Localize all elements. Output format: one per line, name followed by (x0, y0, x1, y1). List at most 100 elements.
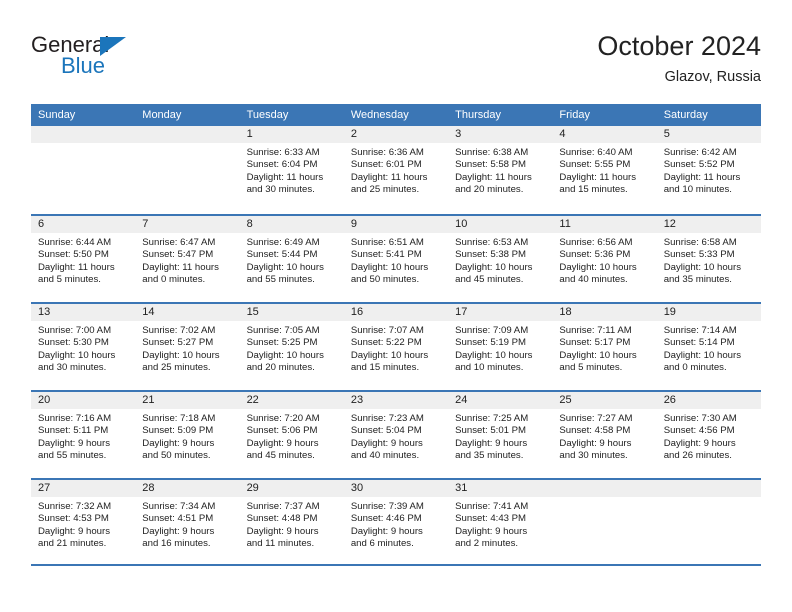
sunrise-text: Sunrise: 7:02 AM (142, 325, 216, 336)
day-cell[interactable]: 29 Sunrise: 7:37 AM Sunset: 4:48 PM Dayl… (239, 480, 344, 564)
daylight-text-line2: and 6 minutes. (350, 538, 414, 550)
daylight-text-line1: Daylight: 9 hours (663, 437, 736, 449)
day-cell[interactable]: 16 Sunrise: 7:07 AM Sunset: 5:22 PM Dayl… (343, 304, 449, 390)
sunrise-text: Sunrise: 7:18 AM (142, 413, 216, 424)
day-cell[interactable]: 11 Sunrise: 6:56 AM Sunset: 5:36 PM Dayl… (552, 216, 657, 302)
day-cell[interactable]: 22 Sunrise: 7:20 AM Sunset: 5:06 PM Dayl… (239, 392, 344, 478)
sunset-text: Sunset: 5:19 PM (455, 337, 527, 349)
day-info: Sunrise: 6:58 AM Sunset: 5:33 PM Dayligh… (657, 233, 761, 287)
daylight-text-line1: Daylight: 11 hours (455, 171, 532, 183)
daylight-text-line2: and 2 minutes. (455, 538, 519, 550)
day-cell[interactable]: 7 Sunrise: 6:47 AM Sunset: 5:47 PM Dayli… (135, 216, 240, 302)
day-number: 1 (246, 128, 253, 140)
daylight-text-line1: Daylight: 10 hours (350, 349, 429, 361)
day-info: Sunrise: 6:33 AM Sunset: 6:04 PM Dayligh… (240, 143, 344, 197)
daylight-text-line1: Daylight: 10 hours (455, 349, 533, 361)
daylight-text-line1: Daylight: 10 hours (38, 349, 116, 361)
day-cell[interactable]: 2 Sunrise: 6:36 AM Sunset: 6:01 PM Dayli… (343, 126, 449, 214)
day-info: Sunrise: 6:47 AM Sunset: 5:47 PM Dayligh… (135, 233, 239, 287)
day-cell[interactable]: 15 Sunrise: 7:05 AM Sunset: 5:25 PM Dayl… (239, 304, 344, 390)
sunrise-text: Sunrise: 6:36 AM (350, 147, 424, 158)
daylight-text-line2: and 35 minutes. (663, 274, 732, 286)
sunrise-text: Sunrise: 7:37 AM (246, 501, 320, 512)
week-row: 6 Sunrise: 6:44 AM Sunset: 5:50 PM Dayli… (31, 214, 761, 302)
sunset-text: Sunset: 5:44 PM (246, 249, 318, 261)
sunset-text: Sunset: 4:58 PM (559, 425, 631, 437)
day-info: Sunrise: 6:36 AM Sunset: 6:01 PM Dayligh… (344, 143, 448, 197)
day-cell[interactable]: 31 Sunrise: 7:41 AM Sunset: 4:43 PM Dayl… (448, 480, 553, 564)
daylight-text-line2: and 11 minutes. (246, 538, 315, 550)
day-number-band: 4 (552, 126, 657, 143)
daylight-text-line1: Daylight: 10 hours (559, 261, 637, 273)
day-info: Sunrise: 7:09 AM Sunset: 5:19 PM Dayligh… (448, 321, 552, 375)
day-cell[interactable]: 5 Sunrise: 6:42 AM Sunset: 5:52 PM Dayli… (656, 126, 761, 214)
day-info: Sunrise: 7:00 AM Sunset: 5:30 PM Dayligh… (31, 321, 135, 375)
sunset-text: Sunset: 5:30 PM (38, 337, 109, 349)
daylight-text-line2: and 10 minutes. (663, 184, 732, 196)
day-number: 31 (455, 482, 468, 494)
daylight-text-line2: and 26 minutes. (663, 450, 732, 462)
daylight-text-line1: Daylight: 9 hours (246, 437, 319, 449)
daylight-text-line1: Daylight: 11 hours (663, 171, 741, 183)
sunset-text: Sunset: 5:50 PM (38, 249, 109, 261)
day-number-band: 30 (343, 480, 449, 497)
daylight-text-line1: Daylight: 11 hours (350, 171, 428, 183)
day-cell[interactable]: 6 Sunrise: 6:44 AM Sunset: 5:50 PM Dayli… (31, 216, 136, 302)
day-cell[interactable]: 14 Sunrise: 7:02 AM Sunset: 5:27 PM Dayl… (135, 304, 240, 390)
sunset-text: Sunset: 5:47 PM (142, 249, 214, 261)
day-cell[interactable]: 23 Sunrise: 7:23 AM Sunset: 5:04 PM Dayl… (343, 392, 449, 478)
day-cell[interactable]: 25 Sunrise: 7:27 AM Sunset: 4:58 PM Dayl… (552, 392, 657, 478)
day-number: 19 (663, 306, 676, 318)
week-row: 1 Sunrise: 6:33 AM Sunset: 6:04 PM Dayli… (31, 126, 761, 214)
sunset-text: Sunset: 5:01 PM (455, 425, 527, 437)
day-number: 27 (38, 482, 51, 494)
day-cell[interactable]: 8 Sunrise: 6:49 AM Sunset: 5:44 PM Dayli… (239, 216, 344, 302)
day-number: 17 (455, 306, 468, 318)
day-number-band: 28 (135, 480, 240, 497)
day-cell[interactable]: 10 Sunrise: 6:53 AM Sunset: 5:38 PM Dayl… (448, 216, 553, 302)
day-cell[interactable]: 1 Sunrise: 6:33 AM Sunset: 6:04 PM Dayli… (239, 126, 344, 214)
day-number-band: 7 (135, 216, 240, 233)
day-number: 29 (246, 482, 259, 494)
weekday-header-sunday: Sunday (38, 109, 76, 121)
day-cell[interactable]: 21 Sunrise: 7:18 AM Sunset: 5:09 PM Dayl… (135, 392, 240, 478)
day-info: Sunrise: 6:51 AM Sunset: 5:41 PM Dayligh… (344, 233, 448, 287)
calendar-page: General Blue October 2024 Glazov, Russia… (0, 0, 792, 612)
day-number-band: 9 (343, 216, 449, 233)
day-cell[interactable]: 20 Sunrise: 7:16 AM Sunset: 5:11 PM Dayl… (31, 392, 136, 478)
day-number-band: 11 (552, 216, 657, 233)
day-number: 3 (455, 128, 462, 140)
daylight-text-line1: Daylight: 9 hours (38, 525, 110, 537)
day-number: 13 (38, 306, 51, 318)
day-cell[interactable]: 4 Sunrise: 6:40 AM Sunset: 5:55 PM Dayli… (552, 126, 657, 214)
day-cell[interactable]: 3 Sunrise: 6:38 AM Sunset: 5:58 PM Dayli… (448, 126, 553, 214)
day-info: Sunrise: 6:44 AM Sunset: 5:50 PM Dayligh… (31, 233, 135, 287)
day-info: Sunrise: 7:05 AM Sunset: 5:25 PM Dayligh… (240, 321, 344, 375)
day-cell[interactable]: 9 Sunrise: 6:51 AM Sunset: 5:41 PM Dayli… (343, 216, 449, 302)
day-cell[interactable]: 24 Sunrise: 7:25 AM Sunset: 5:01 PM Dayl… (448, 392, 553, 478)
day-cell[interactable]: 12 Sunrise: 6:58 AM Sunset: 5:33 PM Dayl… (656, 216, 761, 302)
daylight-text-line1: Daylight: 10 hours (663, 349, 742, 361)
day-number-band: 15 (239, 304, 344, 321)
day-cell[interactable]: 19 Sunrise: 7:14 AM Sunset: 5:14 PM Dayl… (656, 304, 761, 390)
general-blue-logo[interactable]: General Blue (31, 33, 151, 83)
daylight-text-line2: and 25 minutes. (142, 362, 211, 374)
day-number-band: 10 (448, 216, 553, 233)
day-cell[interactable]: 30 Sunrise: 7:39 AM Sunset: 4:46 PM Dayl… (343, 480, 449, 564)
daylight-text-line1: Daylight: 11 hours (246, 171, 324, 183)
sunset-text: Sunset: 5:04 PM (350, 425, 422, 437)
day-cell[interactable]: 26 Sunrise: 7:30 AM Sunset: 4:56 PM Dayl… (656, 392, 761, 478)
calendar-grid: Sunday Monday Tuesday Wednesday Thursday… (31, 104, 761, 566)
day-number: 4 (559, 128, 566, 140)
day-number-band (31, 126, 136, 143)
day-number-band: 16 (343, 304, 449, 321)
day-number-band: 19 (656, 304, 761, 321)
day-cell[interactable]: 17 Sunrise: 7:09 AM Sunset: 5:19 PM Dayl… (448, 304, 553, 390)
day-cell[interactable]: 28 Sunrise: 7:34 AM Sunset: 4:51 PM Dayl… (135, 480, 240, 564)
day-cell[interactable]: 13 Sunrise: 7:00 AM Sunset: 5:30 PM Dayl… (31, 304, 136, 390)
sunset-text: Sunset: 5:38 PM (455, 249, 527, 261)
day-cell[interactable]: 18 Sunrise: 7:11 AM Sunset: 5:17 PM Dayl… (552, 304, 657, 390)
sunrise-text: Sunrise: 7:32 AM (38, 501, 112, 512)
week-row: 27 Sunrise: 7:32 AM Sunset: 4:53 PM Dayl… (31, 478, 761, 566)
day-cell[interactable]: 27 Sunrise: 7:32 AM Sunset: 4:53 PM Dayl… (31, 480, 136, 564)
